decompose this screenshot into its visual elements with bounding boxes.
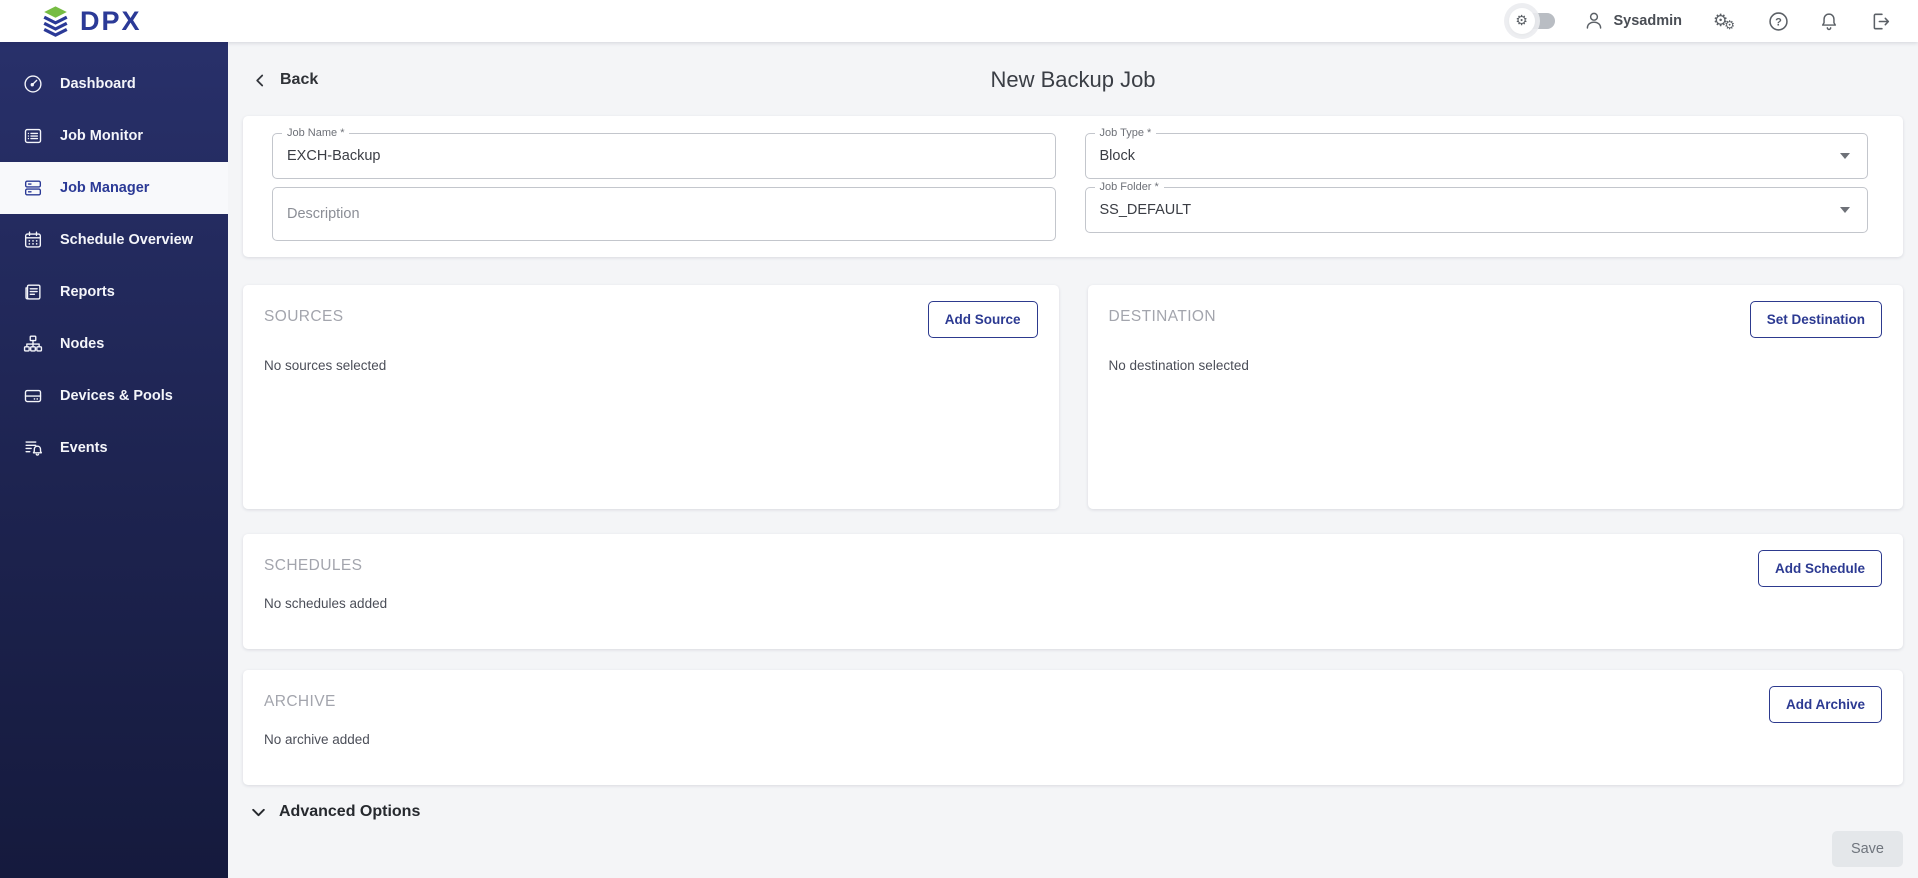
dropdown-caret-icon <box>1840 207 1850 213</box>
job-type-label: Job Type * <box>1095 127 1157 139</box>
job-folder-label: Job Folder * <box>1095 181 1164 193</box>
sidebar-item-label: Events <box>60 440 108 456</box>
dropdown-caret-icon <box>1840 153 1850 159</box>
form-left-column: Job Name * <box>272 133 1056 241</box>
job-name-field: Job Name * <box>272 133 1056 179</box>
sidebar-item-label: Job Manager <box>60 180 149 196</box>
sidebar-item-job-manager[interactable]: Job Manager <box>0 162 228 214</box>
toggle-knob-gear-icon: ⚙ <box>1509 8 1535 34</box>
description-field <box>272 187 1056 241</box>
dashboard-gauge-icon <box>22 73 44 95</box>
app-header: DPX ⚙ Sysadmin ⚙⚙ ? <box>0 0 1918 42</box>
job-folder-select[interactable]: Job Folder * SS_DEFAULT <box>1085 187 1869 233</box>
destination-title: DESTINATION <box>1109 301 1216 326</box>
system-settings-gears-icon[interactable]: ⚙⚙ <box>1709 9 1739 33</box>
archive-title: ARCHIVE <box>264 686 336 711</box>
svg-text:?: ? <box>1775 16 1782 28</box>
job-type-value: Block <box>1100 148 1135 164</box>
job-monitor-list-icon <box>22 125 44 147</box>
chevron-left-icon <box>253 73 267 88</box>
sidebar-item-reports[interactable]: Reports <box>0 266 228 318</box>
sidebar-item-label: Schedule Overview <box>60 232 193 248</box>
job-name-label: Job Name * <box>282 127 349 139</box>
sources-panel: SOURCES Add Source No sources selected <box>243 285 1059 509</box>
nodes-sitemap-icon <box>22 333 44 355</box>
logout-icon[interactable] <box>1868 9 1892 33</box>
form-right-column: Job Type * Block Job Folder * SS_DEFAULT <box>1085 133 1869 241</box>
main-content: New Backup Job Back Job Name * Job Type … <box>228 42 1918 878</box>
help-icon[interactable]: ? <box>1766 9 1790 33</box>
set-destination-button[interactable]: Set Destination <box>1750 301 1882 338</box>
notifications-bell-icon[interactable] <box>1817 9 1841 33</box>
sidebar-item-dashboard[interactable]: Dashboard <box>0 58 228 110</box>
job-type-select[interactable]: Job Type * Block <box>1085 133 1869 179</box>
user-menu[interactable]: Sysadmin <box>1582 9 1683 33</box>
page-header: New Backup Job Back <box>243 60 1903 100</box>
dpx-logo: DPX <box>40 5 142 37</box>
job-details-card: Job Name * Job Type * Block Job Folder *… <box>243 116 1903 257</box>
schedules-panel: SCHEDULES Add Schedule No schedules adde… <box>243 534 1903 649</box>
sidebar-item-label: Nodes <box>60 336 104 352</box>
user-icon <box>1582 9 1606 33</box>
sources-destination-row: SOURCES Add Source No sources selected D… <box>243 285 1903 509</box>
sidebar-item-schedule-overview[interactable]: Schedule Overview <box>0 214 228 266</box>
calendar-icon <box>22 229 44 251</box>
destination-empty-text: No destination selected <box>1109 358 1883 373</box>
job-folder-value: SS_DEFAULT <box>1100 202 1192 218</box>
logo-text: DPX <box>80 8 142 35</box>
report-news-icon <box>22 281 44 303</box>
back-label: Back <box>280 71 318 89</box>
header-actions: ⚙ Sysadmin ⚙⚙ ? <box>1509 9 1893 33</box>
destination-panel: DESTINATION Set Destination No destinati… <box>1088 285 1904 509</box>
chevron-down-icon <box>250 804 267 821</box>
job-manager-rows-icon <box>22 177 44 199</box>
advanced-options-toggle[interactable]: Advanced Options <box>250 803 1903 821</box>
sidebar-item-nodes[interactable]: Nodes <box>0 318 228 370</box>
sidebar-item-devices-pools[interactable]: Devices & Pools <box>0 370 228 422</box>
sidebar-item-label: Job Monitor <box>60 128 143 144</box>
dpx-layers-icon <box>40 5 71 37</box>
archive-panel: ARCHIVE Add Archive No archive added <box>243 670 1903 785</box>
sidebar-item-events[interactable]: Events <box>0 422 228 474</box>
page-title: New Backup Job <box>243 60 1903 100</box>
add-source-button[interactable]: Add Source <box>928 301 1038 338</box>
schedules-title: SCHEDULES <box>264 550 362 575</box>
sources-empty-text: No sources selected <box>264 358 1038 373</box>
back-button[interactable]: Back <box>253 60 318 100</box>
user-name: Sysadmin <box>1614 13 1683 29</box>
save-button[interactable]: Save <box>1832 831 1903 867</box>
add-schedule-button[interactable]: Add Schedule <box>1758 550 1882 587</box>
description-input[interactable] <box>273 188 1055 240</box>
sidebar-nav: Dashboard Job Monitor Job Manager <box>0 42 228 878</box>
device-drive-icon <box>22 385 44 407</box>
schedules-empty-text: No schedules added <box>264 596 1882 611</box>
advanced-options-label: Advanced Options <box>279 803 420 821</box>
sidebar-item-job-monitor[interactable]: Job Monitor <box>0 110 228 162</box>
settings-mode-toggle[interactable]: ⚙ <box>1515 13 1555 29</box>
add-archive-button[interactable]: Add Archive <box>1769 686 1882 723</box>
job-name-input[interactable] <box>273 134 1055 178</box>
save-row: Save <box>243 831 1903 867</box>
archive-empty-text: No archive added <box>264 732 1882 747</box>
sidebar-item-label: Dashboard <box>60 76 136 92</box>
sources-title: SOURCES <box>264 301 343 326</box>
sidebar-item-label: Devices & Pools <box>60 388 173 404</box>
events-bell-list-icon <box>22 437 44 459</box>
sidebar-item-label: Reports <box>60 284 115 300</box>
